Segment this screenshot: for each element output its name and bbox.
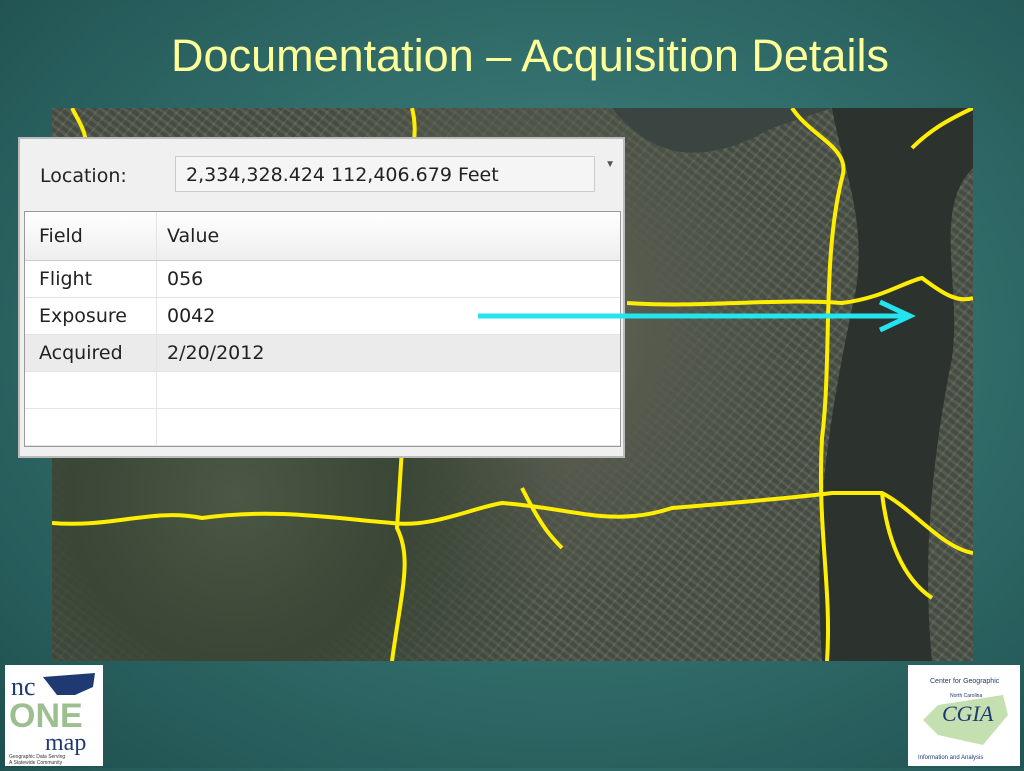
table-row[interactable]: Flight 056 [25, 261, 620, 298]
svg-text:Center for Geographic: Center for Geographic [930, 678, 1000, 685]
svg-text:CGIA: CGIA [942, 701, 994, 726]
cgia-logo: Center for Geographic North Carolina CGI… [908, 665, 1020, 766]
waterway [819, 108, 973, 661]
svg-text:Information and Analysis: Information and Analysis [918, 755, 983, 761]
svg-text:A Statewide Community: A Statewide Community [9, 760, 63, 766]
slide-title: Documentation – Acquisition Details [171, 30, 889, 81]
location-label: Location: [40, 165, 127, 187]
dropdown-icon[interactable]: ▼ [605, 159, 615, 170]
pointer-arrow-icon [478, 299, 916, 333]
value-cell: 056 [167, 268, 204, 290]
field-cell: Exposure [25, 298, 157, 334]
column-header-field[interactable]: Field [25, 212, 157, 260]
field-cell: Flight [25, 261, 157, 297]
svg-text:map: map [45, 730, 86, 756]
table-header: Field Value [25, 212, 620, 261]
field-cell: Acquired [25, 335, 157, 371]
nc-onemap-logo: nc ONE map Geographic Data Serving A Sta… [5, 665, 103, 766]
svg-text:North Carolina: North Carolina [950, 693, 982, 699]
table-row[interactable]: Acquired 2/20/2012 [25, 335, 620, 372]
empty-row [25, 409, 620, 446]
empty-row [25, 372, 620, 409]
value-cell: 2/20/2012 [167, 342, 265, 364]
column-header-value[interactable]: Value [157, 212, 620, 260]
location-field[interactable]: 2,334,328.424 112,406.679 Feet [175, 156, 595, 192]
